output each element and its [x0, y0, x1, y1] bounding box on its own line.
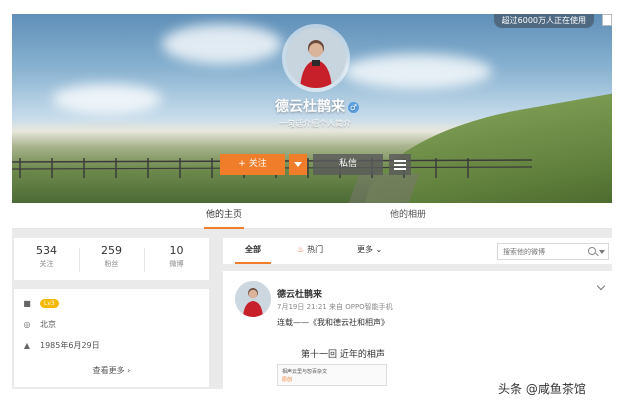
- view-more-link[interactable]: 查看更多 ›: [14, 365, 209, 376]
- post-meta: 7月19日 21:21 来自 OPPO智能手机: [277, 303, 393, 311]
- profile-intro: 一句话介绍个人简介: [279, 119, 351, 128]
- stat-label: 微博: [169, 260, 184, 268]
- stat-value: 534: [36, 244, 57, 257]
- flame-icon: ♨: [297, 245, 305, 254]
- chevron-down-icon[interactable]: [596, 281, 606, 291]
- follow-button[interactable]: + 关注: [220, 154, 285, 175]
- corner-widget[interactable]: [602, 14, 612, 26]
- menu-icon-bar: [394, 164, 406, 166]
- avatar-person-icon: [286, 28, 346, 88]
- banner-cloud: [162, 24, 282, 64]
- profile-name-text: 德云杜鹊来: [275, 99, 345, 115]
- post-card-text: 相声云里与恕百杂文: [282, 369, 328, 375]
- avatar-person-icon: [235, 281, 271, 317]
- message-button[interactable]: 私信: [313, 154, 383, 175]
- stat-following[interactable]: 534 关注: [14, 244, 79, 269]
- info-location-row: ◎ 北京: [22, 318, 57, 332]
- post-attachment-card[interactable]: 相声云里与恕百杂文 原创: [277, 364, 387, 386]
- level-badge[interactable]: Lv3: [40, 299, 59, 308]
- tab-album[interactable]: 他的相册: [390, 203, 426, 229]
- info-birthday-row: ▲ 1985年6月29日: [22, 339, 100, 353]
- online-users-pill: 超过6000万人正在使用: [493, 14, 594, 28]
- menu-icon-bar: [394, 168, 406, 170]
- location-icon: ◎: [23, 320, 31, 329]
- stat-followers[interactable]: 259 粉丝: [79, 244, 144, 269]
- profile-tab-bar: 他的主页 他的相册: [12, 203, 612, 229]
- stat-label: 关注: [39, 260, 54, 268]
- stat-label: 粉丝: [104, 260, 119, 268]
- stats-panel: 534 关注 259 粉丝 10 微博: [14, 238, 209, 280]
- profile-avatar[interactable]: [286, 28, 346, 88]
- post-card-tag: 原创: [282, 377, 293, 383]
- stat-value: 10: [169, 244, 184, 257]
- info-level-row: ■ Lv3: [22, 297, 59, 311]
- info-panel: ■ Lv3 ◎ 北京 ▲ 1985年6月29日 查看更多 ›: [14, 289, 209, 387]
- post-text: 连载——《我和德云社和相声》: [277, 318, 389, 327]
- more-menu-button[interactable]: [389, 154, 411, 175]
- post-avatar[interactable]: [235, 281, 271, 317]
- feed-search: [497, 243, 609, 260]
- feed-tab-hot[interactable]: ♨ 热门: [297, 238, 323, 264]
- post-author[interactable]: 德云杜鹊来: [277, 287, 322, 300]
- stat-value: 259: [101, 244, 122, 257]
- birthday-icon: ▲: [23, 341, 31, 350]
- feed-tab-more[interactable]: 更多 ⌄: [357, 238, 382, 264]
- feed-tab-hot-label: 热门: [307, 245, 324, 254]
- feed-post: 德云杜鹊来 7月19日 21:21 来自 OPPO智能手机 连载——《我和德云社…: [223, 271, 612, 389]
- feed-tabs: 全部 ♨ 热门 更多 ⌄: [223, 238, 612, 264]
- male-icon: ♂: [348, 101, 359, 113]
- banner-cloud: [342, 54, 492, 89]
- banner-cloud: [52, 84, 162, 114]
- profile-avatar-ring: [282, 24, 350, 92]
- post-heading: 第十一回 近年的相声: [301, 350, 385, 360]
- chevron-down-icon[interactable]: [599, 250, 605, 254]
- follow-dropdown-button[interactable]: [289, 154, 307, 175]
- search-icon[interactable]: [588, 247, 596, 255]
- location-text: 北京: [40, 320, 56, 329]
- watermark-text: 头条 @咸鱼茶馆: [498, 382, 586, 396]
- level-icon: ■: [23, 299, 31, 308]
- tab-home[interactable]: 他的主页: [204, 203, 245, 229]
- profile-name: 德云杜鹊来 ♂: [262, 96, 372, 116]
- chevron-down-icon: [294, 162, 302, 167]
- feed-tab-all[interactable]: 全部: [235, 238, 271, 264]
- stat-posts[interactable]: 10 微博: [144, 244, 209, 269]
- birthday-text: 1985年6月29日: [40, 341, 100, 350]
- feed-search-input[interactable]: [498, 244, 582, 259]
- menu-icon-bar: [394, 160, 406, 162]
- banner-fence: [12, 158, 533, 178]
